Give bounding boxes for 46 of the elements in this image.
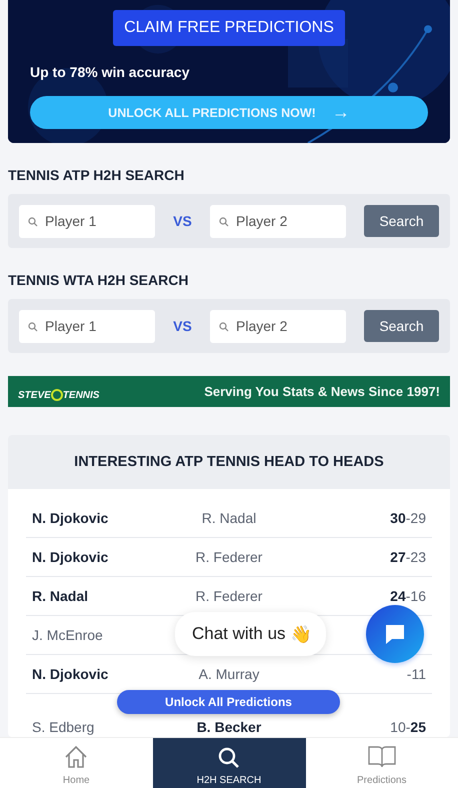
waving-hand-icon: 👋 [290,624,312,644]
player-name[interactable]: N. Djokovic [32,549,108,565]
h2h-score: 10-25 [390,719,426,735]
vs-label: VS [172,318,193,334]
player-input[interactable]: Player 1 [19,204,155,238]
player-name[interactable]: J. McEnroe [32,627,103,643]
h2h-score: -11 [406,666,426,682]
card-title: INTERESTING ATP TENNIS HEAD TO HEADS [74,454,384,470]
player-name[interactable]: N. Djokovic [32,510,108,526]
player-name[interactable]: N. Djokovic [32,666,108,682]
ad-banner[interactable]: STEVE TENNIS Serving You Stats & News Since 1997! [8,376,450,407]
section-title: TENNIS WTA H2H SEARCH [8,272,190,288]
search-icon [219,216,229,226]
player-name[interactable]: R. Federer [196,549,262,565]
nav-tab[interactable]: H2H SEARCH [152,738,306,788]
ad-slogan: Serving You Stats & News Since 1997! [204,384,440,399]
claim-predictions-button[interactable]: CLAIM FREE PREDICTIONS [113,10,345,46]
vs-label: VS [172,213,193,229]
search-icon [217,746,241,770]
player-name[interactable]: R. Nadal [202,510,256,526]
logo-text: TENNIS [62,390,100,400]
unlock-predictions-button[interactable]: Unlock All Predictions [117,690,340,714]
h2h-score: 24-16 [390,588,426,604]
player-name[interactable]: B. Becker [196,719,262,735]
player-input[interactable]: Player 1 [19,310,155,342]
chat-prompt[interactable]: Chat with us 👋 [175,612,326,656]
h2h-score: 30-29 [390,510,426,526]
tennis-ball-icon [50,388,63,400]
player-input[interactable]: Player 2 [210,204,346,238]
search-icon [28,216,38,226]
player-name[interactable]: S. Edberg [32,719,94,735]
player-input[interactable]: Player 2 [210,310,346,342]
player-name[interactable]: R. Nadal [32,588,88,604]
search-button[interactable]: Search [364,205,439,237]
player-name[interactable]: A. Murray [198,666,260,682]
logo-text: STEVE [18,390,51,400]
tagline: Up to 78% win accuracy [30,64,190,80]
search-button[interactable]: Search [364,310,439,342]
book-icon [366,744,397,770]
section-title: TENNIS ATP H2H SEARCH [8,167,186,183]
home-icon [63,744,90,770]
search-icon [219,322,229,332]
chat-icon [383,622,407,646]
player-name[interactable]: R. Federer [196,588,262,604]
h2h-score: 27-23 [390,549,426,565]
search-icon [28,322,38,332]
